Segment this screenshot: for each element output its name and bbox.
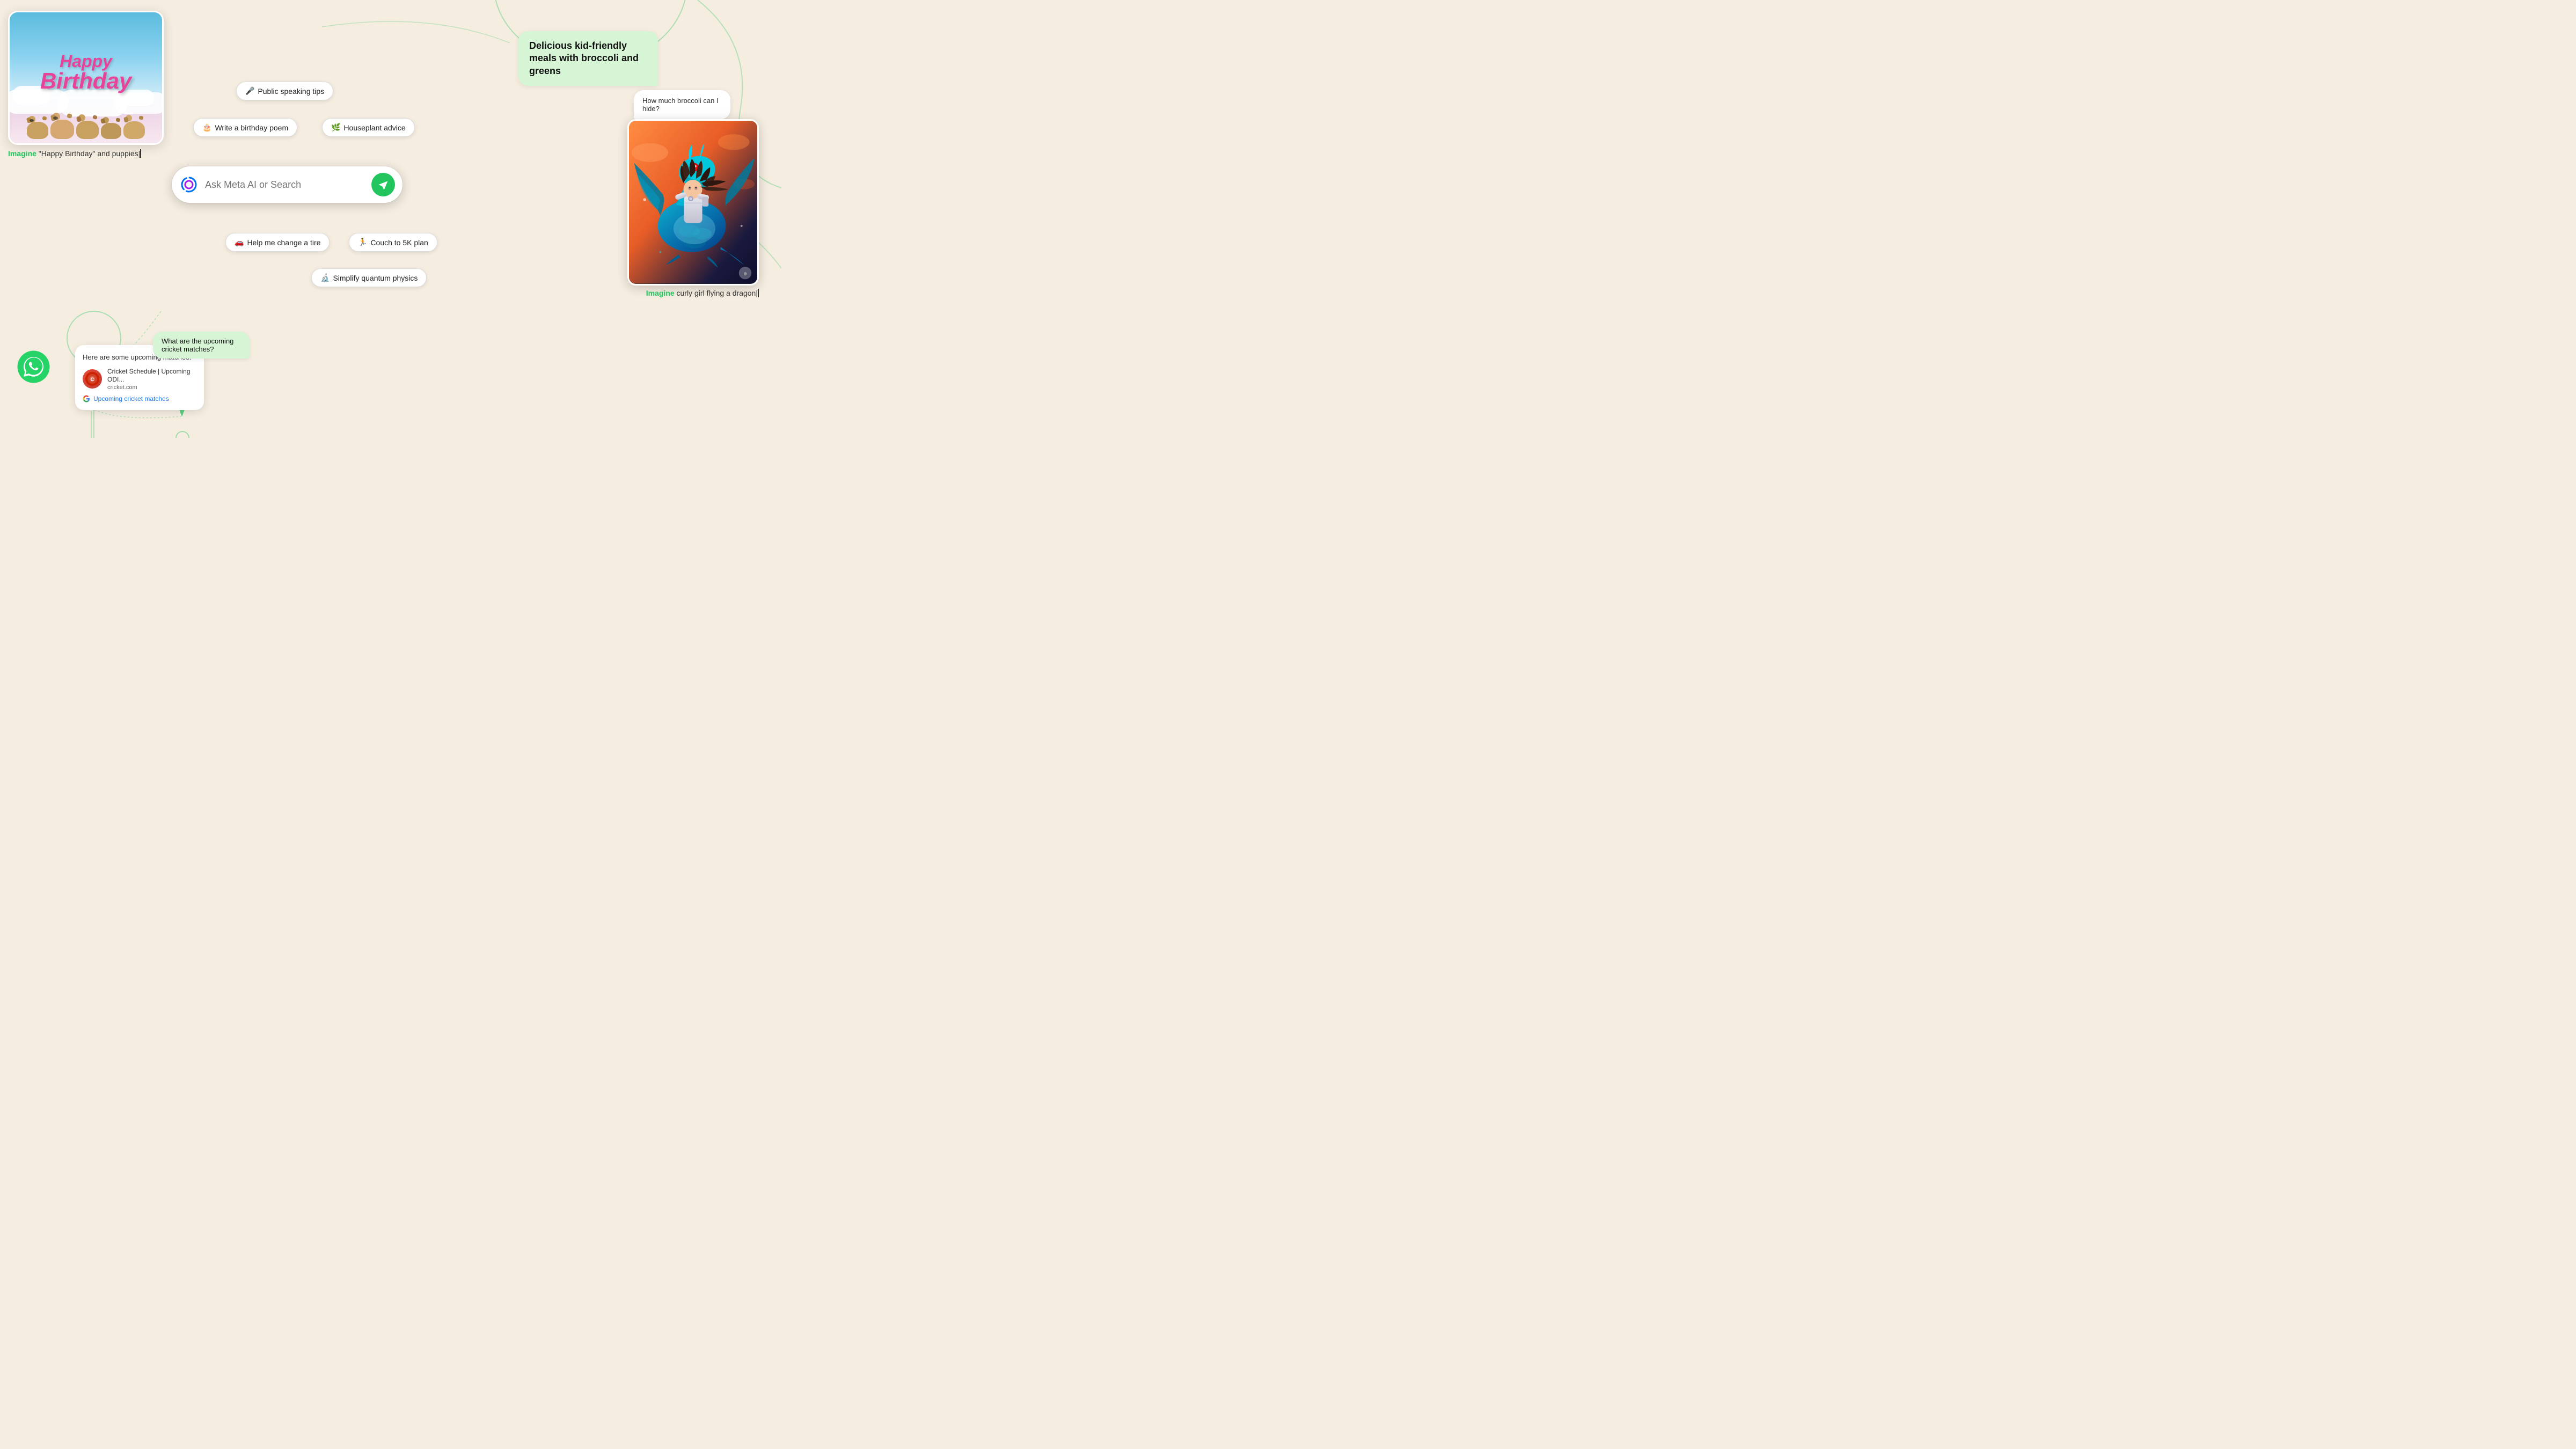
birthday-text: Birthday — [40, 70, 131, 92]
whatsapp-logo — [16, 349, 51, 384]
birthday-card: ⭐ ✨ ⭐ 🎈 Happy Birthday — [8, 11, 164, 145]
quantum-icon: 🔬 — [320, 273, 330, 282]
search-bar — [172, 166, 402, 203]
meta-ai-logo — [179, 175, 199, 194]
pill-public-speaking[interactable]: 🎤 Public speaking tips — [236, 82, 333, 100]
pill-couch-5k[interactable]: 🏃 Couch to 5K plan — [349, 233, 437, 252]
couch-5k-icon: 🏃 — [358, 238, 367, 247]
cricket-result-item: C Cricket Schedule | Upcoming ODI... cri… — [83, 368, 196, 391]
dragon-imagine-caption: Imagine curly girl flying a dragon| — [646, 289, 759, 297]
small-chat-bubble: How much broccoli can I hide? — [634, 90, 730, 119]
public-speaking-icon: 🎤 — [245, 86, 254, 96]
change-tire-icon: 🚗 — [235, 238, 244, 247]
birthday-poem-icon: 🎂 — [202, 123, 211, 132]
change-tire-label: Help me change a tire — [247, 238, 320, 247]
dragon-card: ⊕ — [627, 119, 759, 286]
couch-5k-label: Couch to 5K plan — [370, 238, 428, 247]
cricket-result-title: Cricket Schedule | Upcoming ODI... — [107, 368, 196, 384]
svg-text:C: C — [91, 377, 94, 382]
birthday-imagine-caption: Imagine "Happy Birthday" and puppies| — [8, 149, 141, 158]
cricket-google-link-text[interactable]: Upcoming cricket matches — [93, 395, 169, 402]
houseplant-icon: 🌿 — [331, 123, 340, 132]
main-chat-bubble: Delicious kid-friendly meals with brocco… — [518, 31, 658, 86]
houseplant-label: Houseplant advice — [343, 123, 405, 132]
pill-houseplant[interactable]: 🌿 Houseplant advice — [322, 118, 415, 137]
search-input[interactable] — [205, 179, 365, 191]
search-container — [172, 166, 402, 203]
cricket-logo: C — [83, 369, 102, 389]
cricket-query-bubble: What are the upcoming cricket matches? — [153, 332, 250, 358]
svg-text:⊕: ⊕ — [743, 272, 747, 276]
public-speaking-label: Public speaking tips — [258, 87, 324, 96]
cricket-result-domain: cricket.com — [107, 384, 196, 391]
happy-text: Happy — [40, 53, 131, 70]
pill-quantum[interactable]: 🔬 Simplify quantum physics — [311, 268, 427, 287]
cricket-google-link[interactable]: Upcoming cricket matches — [83, 395, 196, 402]
birthday-poem-label: Write a birthday poem — [215, 123, 288, 132]
quantum-label: Simplify quantum physics — [333, 274, 418, 282]
pill-change-tire[interactable]: 🚗 Help me change a tire — [225, 233, 330, 252]
pill-birthday-poem[interactable]: 🎂 Write a birthday poem — [193, 118, 297, 137]
send-button[interactable] — [371, 173, 395, 196]
